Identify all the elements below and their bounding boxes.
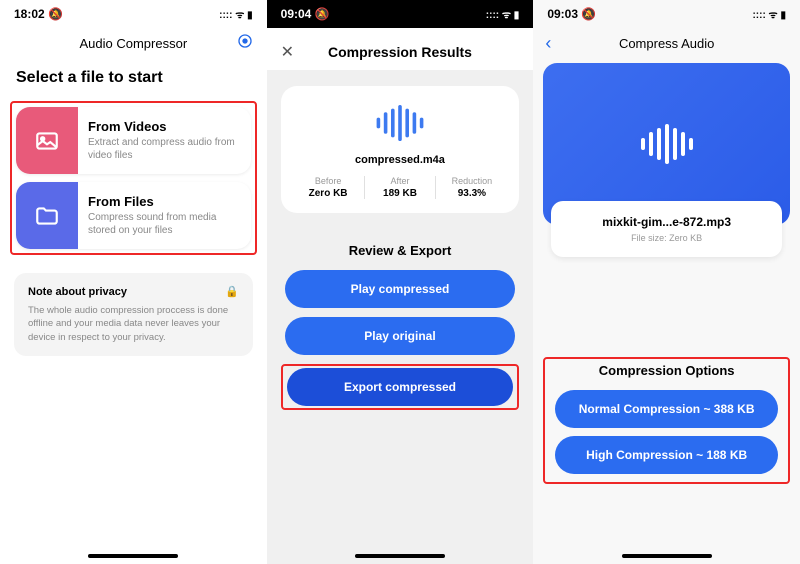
- option-desc: Compress sound from media stored on your…: [88, 211, 241, 237]
- status-time: 09:03: [547, 7, 578, 21]
- highlight-options: From Videos Extract and compress audio f…: [10, 101, 257, 255]
- home-indicator[interactable]: [88, 554, 178, 558]
- nav-header: ✕ Compression Results: [267, 28, 534, 70]
- compression-options-title: Compression Options: [549, 363, 784, 378]
- play-original-button[interactable]: Play original: [285, 317, 516, 355]
- bell-icon: 🔕: [581, 7, 596, 21]
- from-videos-card[interactable]: From Videos Extract and compress audio f…: [16, 107, 251, 174]
- page-title: Compression Results: [328, 44, 472, 60]
- file-info-card: mixkit-gim...e-872.mp3 File size: Zero K…: [551, 201, 782, 257]
- image-icon: [16, 107, 78, 174]
- settings-icon[interactable]: [237, 33, 253, 54]
- filename: compressed.m4a: [293, 154, 508, 166]
- file-size: File size: Zero KB: [561, 233, 772, 243]
- option-title: From Videos: [88, 119, 241, 134]
- status-bar: 09:03 🔕 :::: ᯤ ▮: [533, 0, 800, 28]
- stat-after: After 189 KB: [365, 176, 437, 199]
- normal-compression-button[interactable]: Normal Compression ~ 388 KB: [555, 390, 778, 428]
- review-export-title: Review & Export: [267, 243, 534, 258]
- status-icons: :::: ᯤ ▮: [752, 7, 786, 21]
- stat-reduction: Reduction 93.3%: [436, 176, 507, 199]
- folder-icon: [16, 182, 78, 249]
- privacy-text: The whole audio compression proccess is …: [28, 304, 239, 344]
- nav-header: ‹ Compress Audio: [533, 28, 800, 59]
- option-title: From Files: [88, 194, 241, 209]
- status-icons: :::: ᯤ ▮: [219, 7, 253, 21]
- export-compressed-button[interactable]: Export compressed: [287, 368, 514, 406]
- bell-icon: 🔕: [48, 7, 63, 21]
- screen-compression-results: 09:04 🔕 :::: ᯤ ▮ ✕ Compression Results c…: [267, 0, 534, 564]
- back-icon[interactable]: ‹: [545, 33, 551, 54]
- screen-select-file: 18:02 🔕 :::: ᯤ ▮ Audio Compressor Select…: [0, 0, 267, 564]
- screen-compress-audio: 09:03 🔕 :::: ᯤ ▮ ‹ Compress Audio mixkit…: [533, 0, 800, 564]
- play-compressed-button[interactable]: Play compressed: [285, 270, 516, 308]
- from-files-card[interactable]: From Files Compress sound from media sto…: [16, 182, 251, 249]
- audio-waveform-icon: [637, 121, 697, 167]
- privacy-card: Note about privacy 🔒 The whole audio com…: [14, 273, 253, 356]
- status-bar: 18:02 🔕 :::: ᯤ ▮: [0, 0, 267, 28]
- page-title: Audio Compressor: [80, 36, 188, 51]
- filename: mixkit-gim...e-872.mp3: [561, 215, 772, 229]
- audio-waveform-icon: [293, 102, 508, 144]
- status-bar: 09:04 🔕 :::: ᯤ ▮: [267, 0, 534, 28]
- results-card: compressed.m4a Before Zero KB After 189 …: [281, 86, 520, 213]
- page-title: Compress Audio: [619, 36, 714, 51]
- status-time: 18:02: [14, 7, 45, 21]
- home-indicator[interactable]: [622, 554, 712, 558]
- home-indicator[interactable]: [355, 554, 445, 558]
- high-compression-button[interactable]: High Compression ~ 188 KB: [555, 436, 778, 474]
- close-icon[interactable]: ✕: [281, 42, 294, 62]
- status-icons: :::: ᯤ ▮: [486, 7, 520, 21]
- option-desc: Extract and compress audio from video fi…: [88, 136, 241, 162]
- bell-icon: 🔕: [315, 7, 330, 21]
- nav-header: Audio Compressor: [0, 28, 267, 59]
- stat-before: Before Zero KB: [293, 176, 365, 199]
- highlight-export: Export compressed: [281, 364, 520, 410]
- lock-icon: 🔒: [225, 285, 239, 298]
- status-time: 09:04: [281, 7, 312, 21]
- highlight-compression-options: Compression Options Normal Compression ~…: [543, 357, 790, 484]
- privacy-title: Note about privacy: [28, 286, 127, 298]
- section-title: Select a file to start: [0, 59, 267, 101]
